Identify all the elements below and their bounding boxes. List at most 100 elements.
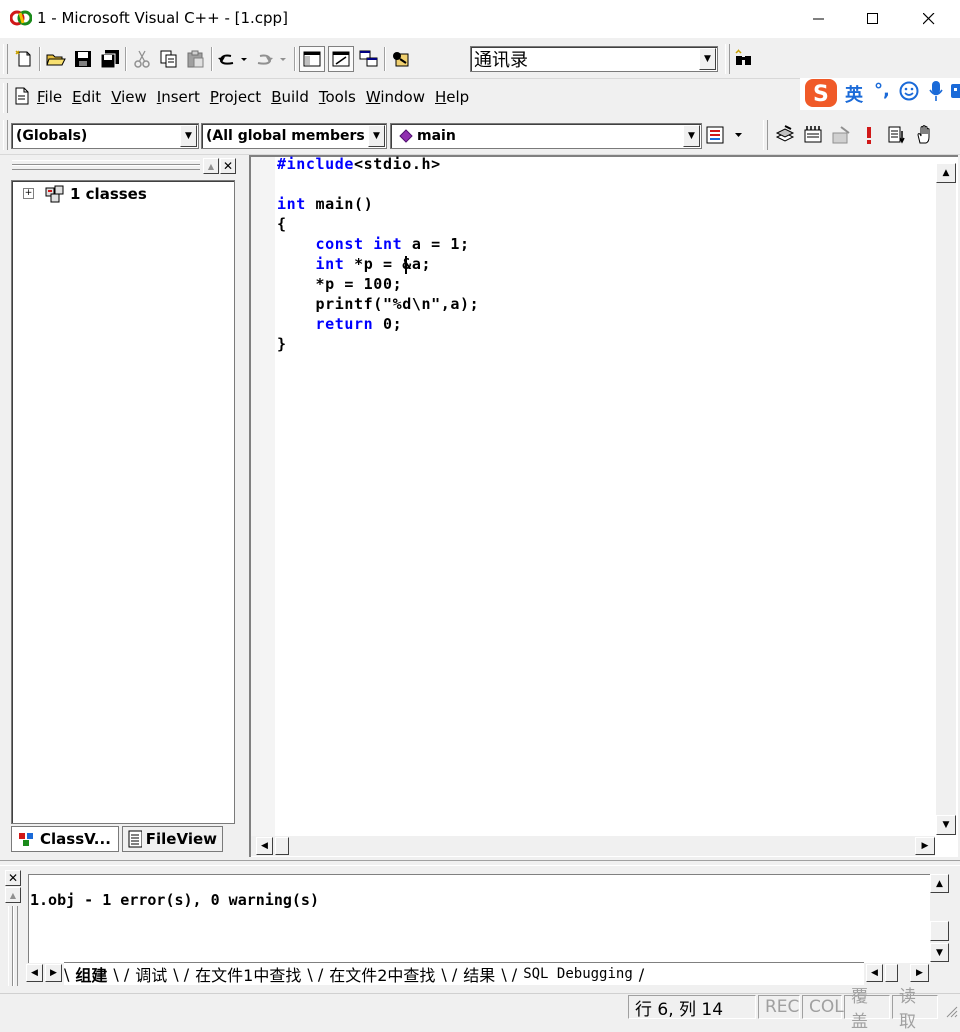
workspace-grip[interactable] [12,165,200,170]
menu-build[interactable]: Build [271,88,309,106]
output-window-icon [332,51,350,67]
maximize-button[interactable] [850,0,896,38]
output-scroll-down-button[interactable]: ▼ [930,943,949,962]
toolbar-grip[interactable] [3,44,8,74]
menu-help[interactable]: Help [435,88,469,106]
code-line[interactable]: const int a = 1; [277,235,470,253]
redo-button[interactable] [255,47,291,71]
output-hscroll-thumb[interactable] [885,964,898,982]
output-tab[interactable]: SQL Debugging [517,966,639,982]
wizard-actions-button[interactable] [704,123,748,147]
code-line[interactable]: { [277,215,287,233]
scroll-down-button[interactable]: ▼ [936,815,956,835]
save-all-button[interactable] [98,47,122,71]
undo-button[interactable] [216,47,252,71]
scroll-right-button[interactable]: ▶ [915,837,935,855]
code-line[interactable]: return 0; [277,315,402,333]
member-combo[interactable]: main ▼ [390,123,702,149]
ime-language-toggle[interactable]: 英 [845,81,863,107]
pane-splitter[interactable] [0,860,960,866]
output-scroll-up-button[interactable]: ▲ [930,874,949,893]
code-line[interactable]: printf("%d\n",a); [277,295,479,313]
output-close-button[interactable]: ✕ [5,870,21,886]
code-line[interactable]: *p = 100; [277,275,402,293]
output-maximize-button[interactable]: ▲ [5,887,21,903]
go-button[interactable] [885,123,909,147]
workspace-maximize-button[interactable]: ▲ [203,158,219,174]
menu-window[interactable]: Window [366,88,425,106]
scroll-up-button[interactable]: ▲ [936,163,956,183]
find-button[interactable] [732,46,756,70]
menu-project[interactable]: Project [210,88,261,106]
tree-expand-toggle[interactable]: + [23,188,34,199]
breakpoint-button[interactable] [913,123,937,147]
tab-classview[interactable]: ClassV... [11,826,119,852]
ime-microphone-icon[interactable] [928,80,944,106]
ime-keyboard-icon[interactable] [950,82,960,100]
output-tab[interactable]: 在文件2中查找 [323,962,441,986]
tab-fileview[interactable]: FileView [122,826,223,852]
code-line[interactable]: int *p = &a; [277,255,431,273]
output-text-area[interactable] [28,874,931,963]
minimize-button[interactable] [796,0,842,38]
menu-insert[interactable]: Insert [157,88,200,106]
copy-button[interactable] [157,47,181,71]
output-tab[interactable]: 调试 [129,962,173,986]
cut-icon [134,50,150,68]
output-hscroll-left-button[interactable]: ◀ [866,964,883,982]
compile-button[interactable] [773,123,797,147]
cursor-position: 行 6, 列 14 [628,995,756,1020]
find-in-files-button[interactable] [389,47,413,71]
resize-grip[interactable] [944,1004,958,1018]
workspace-close-button[interactable]: ✕ [220,158,236,174]
new-file-button[interactable] [12,47,36,71]
wizard-grip[interactable] [3,120,8,150]
stop-build-button[interactable] [829,123,853,147]
save-button[interactable] [71,47,95,71]
menu-edit[interactable]: Edit [72,88,101,106]
output-tab[interactable]: 结果 [457,962,501,986]
scroll-left-button[interactable]: ◀ [256,837,273,855]
cut-button[interactable] [130,47,154,71]
window-list-button[interactable] [357,47,381,71]
combo-dropdown-arrow[interactable]: ▼ [368,125,385,147]
menu-file[interactable]: File [37,88,62,106]
tabs-scroll-right-button[interactable]: ▶ [45,964,62,982]
open-button[interactable] [44,47,68,71]
combo-dropdown-arrow[interactable]: ▼ [180,125,197,147]
editor-vertical-scrollbar[interactable] [936,163,956,835]
menu-view[interactable]: View [111,88,147,106]
execute-button[interactable] [857,123,881,147]
filter-combo[interactable]: (All global members ▼ [201,123,387,149]
output-tab[interactable]: 在文件1中查找 [189,962,307,986]
output-grip[interactable] [13,906,18,986]
class-combo[interactable]: (Globals) ▼ [11,123,199,149]
paste-button[interactable] [184,47,208,71]
toolbar-grip[interactable] [725,44,730,74]
code-line[interactable]: #include<stdio.h> [277,155,441,173]
tree-root-label[interactable]: 1 classes [70,185,147,203]
build-button[interactable] [801,123,825,147]
ime-punctuation-toggle[interactable]: °, [874,80,890,101]
workspace-search-combo[interactable]: 通讯录 ▼ [470,46,718,72]
menu-tools[interactable]: Tools [319,88,356,106]
output-tab[interactable]: 组建 [69,962,113,986]
ime-emoji-icon[interactable] [899,81,919,105]
code-line[interactable]: } [277,335,287,353]
output-hscroll-right-button[interactable]: ▶ [910,964,929,982]
sogou-logo-icon[interactable]: S [804,78,838,112]
undo-icon [218,54,247,65]
new-file-icon [15,50,31,67]
tabs-scroll-left-button[interactable]: ◀ [26,964,43,982]
build-toolbar-grip[interactable] [763,120,768,150]
combo-dropdown-arrow[interactable]: ▼ [699,48,716,70]
output-toggle-button[interactable] [328,46,354,72]
editor-horizontal-scrollbar[interactable] [251,836,935,856]
combo-dropdown-arrow[interactable]: ▼ [683,125,700,147]
output-scroll-thumb[interactable] [930,921,949,941]
workspace-toggle-button[interactable] [299,46,325,72]
close-button[interactable] [906,0,952,38]
code-line[interactable]: int main() [277,195,373,213]
horizontal-scroll-thumb[interactable] [275,837,289,855]
menu-grip[interactable] [3,83,8,113]
